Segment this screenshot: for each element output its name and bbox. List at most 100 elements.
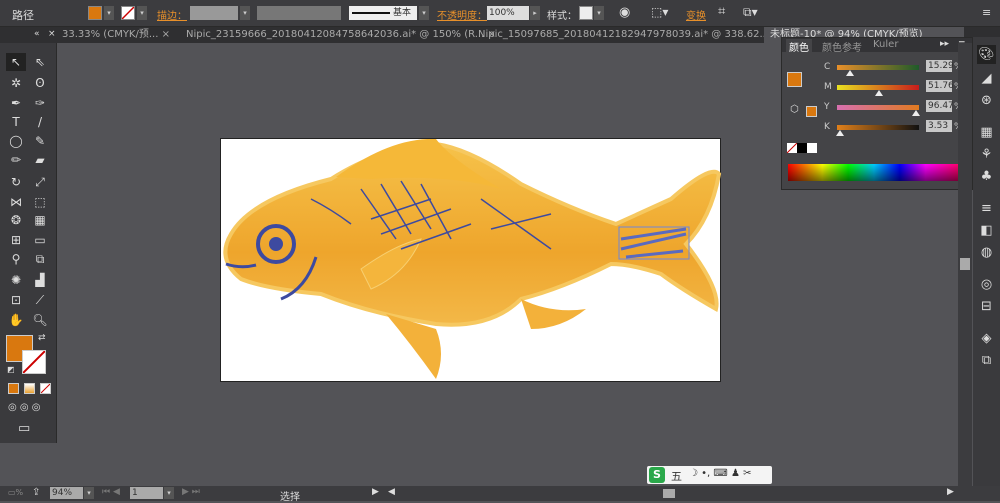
direct-selection-tool-icon[interactable]: ⇖ [30,53,50,71]
rotate-tool-icon[interactable]: ↻ [6,173,26,191]
scroll-left-arrow[interactable]: ◀ [388,487,395,497]
graph-tool-icon[interactable]: ▟ [30,271,50,289]
document-tab[interactable]: Nipic_23159666_20180412084758642036.ai* … [180,27,496,43]
blend-tool-icon[interactable]: ⧉ [30,250,50,268]
zoom-tool-icon[interactable]: 🔍︎ [30,311,50,329]
symbol-sprayer-tool-icon[interactable]: ✺ [6,271,26,289]
vertical-scrollbar[interactable] [958,43,972,486]
gradient-panel-icon[interactable]: ◢ [977,69,996,88]
kuler-tab[interactable]: Kuler [873,39,898,50]
opacity-input[interactable]: 100% [487,6,529,20]
magenta-value-input[interactable]: 51.76 [926,80,954,92]
screen-mode-icon[interactable]: ▭ [18,421,30,436]
stroke-weight-dropdown[interactable]: ▾ [240,6,250,20]
ellipse-tool-icon[interactable]: ◯ [6,132,26,150]
tab-scroll-left-icon[interactable]: « [34,29,40,39]
isolate-icon[interactable]: ⌗ [718,4,725,19]
fill-dropdown[interactable]: ▾ [104,6,114,20]
web-safe-swatch[interactable] [806,106,817,117]
first-page-icon[interactable]: ⏮ ◀ [102,487,120,497]
selection-tool-icon[interactable]: ↖ [6,53,26,71]
profile-dropdown-arrow[interactable]: ▾ [419,6,429,20]
symbols-icon[interactable]: ♣ [977,167,996,186]
variable-width-dropdown[interactable] [257,6,341,20]
stroke-dropdown[interactable]: ▾ [137,6,147,20]
default-colors-icon[interactable]: ◩ [7,365,15,374]
black-slider[interactable] [837,125,919,130]
magic-wand-tool-icon[interactable]: ✲ [6,74,26,92]
black-value-input[interactable]: 3.53 [926,120,952,132]
fish-artwork[interactable] [221,138,722,383]
gradient-tool-icon[interactable]: ▭ [30,231,50,249]
eraser-tool-icon[interactable]: ▰ [30,151,50,169]
line-tool-icon[interactable]: / [30,113,50,131]
document-tab[interactable]: Nipic_15097685_20180412182947978039.ai* … [472,27,781,43]
mesh-tool-icon[interactable]: ⊞ [6,231,26,249]
opacity-arrow[interactable]: ▸ [530,6,540,20]
artboards-icon[interactable]: ⧉ [977,351,996,370]
type-tool-icon[interactable]: T [6,113,26,131]
panel-menu-icon[interactable]: ≡ [982,6,991,19]
slice-tool-icon[interactable]: ⟋ [30,291,50,309]
pencil-tool-icon[interactable]: ✏ [6,151,26,169]
vertical-scroll-thumb[interactable] [960,258,970,270]
none-swatch[interactable] [786,142,798,154]
transform-link[interactable]: 变换 [686,7,706,22]
swatches-icon[interactable]: ▦ [977,123,996,142]
status-menu-arrow[interactable]: ▶ [372,487,379,497]
horizontal-scrollbar[interactable]: ◀ ▶ [385,487,958,500]
stroke-panel-icon[interactable]: ≡ [977,199,996,218]
brushes-icon[interactable]: ⚘ [977,145,996,164]
black-swatch[interactable] [797,143,807,153]
transparency-icon[interactable]: ◧ [977,221,996,240]
scale-tool-icon[interactable]: ⤢ [30,173,50,191]
share-icon[interactable]: ⇪ [32,487,40,498]
yellow-value-input[interactable]: 96.47 [926,100,954,112]
cyan-slider-thumb[interactable] [845,70,854,76]
panel-collapse-icon[interactable]: ▸▸ [940,39,949,49]
none-mode-icon[interactable] [40,383,51,394]
fill-swatch[interactable] [88,6,102,20]
paintbrush-tool-icon[interactable]: ✎ [30,132,50,150]
gradient-mode-icon[interactable] [24,383,35,394]
color-guide-tab[interactable]: 颜色参考 [822,39,862,54]
graphic-styles-icon[interactable]: ◎ [977,275,996,294]
color-guide-icon[interactable]: ⊛ [977,91,996,110]
ime-toolbar[interactable]: S 五 ☽ •, ⌨ ♟ ✂ [647,466,772,484]
align-selection-icon[interactable]: ⬚▾ [651,5,668,19]
tab-close-icon[interactable]: × [48,29,56,39]
stroke-weight-input[interactable] [190,6,238,20]
perspective-grid-tool-icon[interactable]: ▦ [30,211,50,229]
style-dropdown[interactable]: ▾ [594,6,604,20]
panel-fill-swatch[interactable] [787,72,802,87]
stroke-label[interactable]: 描边： [157,7,187,22]
yellow-slider-thumb[interactable] [912,110,921,116]
white-swatch[interactable] [807,143,817,153]
ime-icons[interactable]: ☽ •, ⌨ ♟ ✂ [689,468,752,479]
align-icon[interactable]: ⊟ [977,297,996,316]
zoom-dropdown[interactable]: ▾ [84,487,94,499]
brush-profile-dropdown[interactable]: 基本 [349,6,417,20]
draw-normal-icon[interactable]: ◎ ◎ ◎ [8,402,41,413]
appearance-icon[interactable]: ◍ [977,243,996,262]
eyedropper-tool-icon[interactable]: ⚲ [6,250,26,268]
black-slider-thumb[interactable] [835,130,844,136]
layers-icon[interactable]: ◈ [977,329,996,348]
color-panel-icon[interactable]: 🎨︎ [977,45,996,64]
magenta-slider-thumb[interactable] [875,90,884,96]
color-spectrum[interactable] [788,164,960,181]
lasso-tool-icon[interactable]: ʘ [30,74,50,92]
arrange-icon[interactable]: ⧉▾ [743,5,758,20]
color-tab[interactable]: 颜色 [786,39,812,54]
stroke-none-swatch[interactable] [121,6,135,20]
shape-builder-tool-icon[interactable]: ❂ [6,211,26,229]
curvature-tool-icon[interactable]: ✑ [30,94,50,112]
opacity-label[interactable]: 不透明度： [437,7,487,22]
stroke-color-box[interactable] [22,350,46,374]
width-tool-icon[interactable]: ⋈ [6,193,26,211]
recolor-artwork-icon[interactable]: ◉ [619,5,630,20]
swap-fill-stroke-icon[interactable]: ⇄ [38,333,46,343]
document-tab[interactable]: 33.33% (CMYK/预... × [56,27,176,43]
last-page-icon[interactable]: ▶ ⏭ [182,487,200,497]
cyan-value-input[interactable]: 15.29 [926,60,954,72]
